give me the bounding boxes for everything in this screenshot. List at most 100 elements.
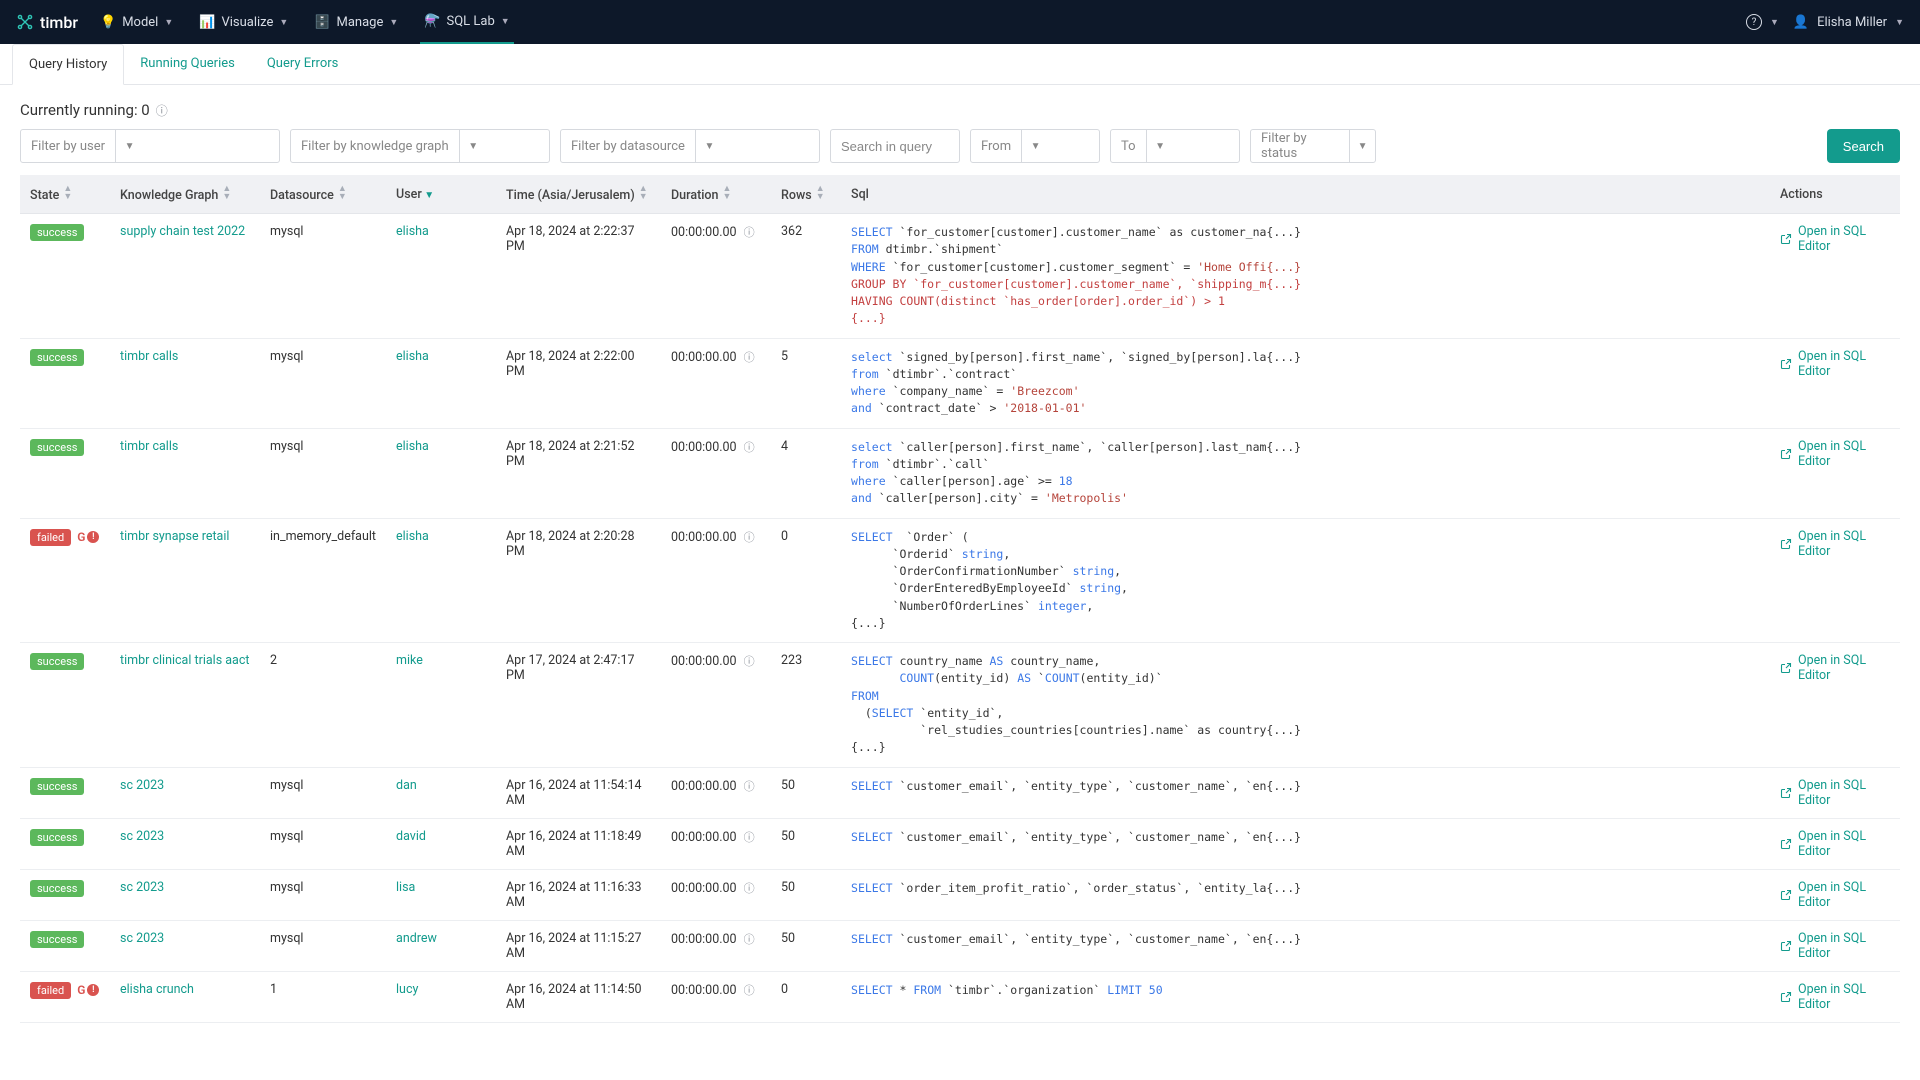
open-in-sql-editor[interactable]: Open in SQL Editor <box>1780 982 1890 1012</box>
info-icon[interactable]: ⓘ <box>744 531 755 544</box>
chevron-down-icon: ▼ <box>1770 17 1779 28</box>
rows-cell: 4 <box>771 428 841 518</box>
nav-visualize[interactable]: 📊 Visualize ▼ <box>195 0 292 44</box>
col-kg[interactable]: Knowledge Graph▲▼ <box>110 175 260 214</box>
open-in-sql-editor[interactable]: Open in SQL Editor <box>1780 829 1890 859</box>
filter-to[interactable]: To▼ <box>1110 129 1240 163</box>
filter-from[interactable]: From▼ <box>970 129 1100 163</box>
open-in-sql-editor[interactable]: Open in SQL Editor <box>1780 529 1890 559</box>
info-icon[interactable]: ⓘ <box>744 831 755 844</box>
error-icon[interactable]: G! <box>77 530 99 544</box>
nav-sql-lab[interactable]: ⚗️ SQL Lab ▼ <box>420 0 513 44</box>
tab-query-history[interactable]: Query History <box>12 44 124 85</box>
col-state[interactable]: State▲▼ <box>20 175 110 214</box>
col-time[interactable]: Time (Asia/Jerusalem)▲▼ <box>496 175 661 214</box>
user-link[interactable]: elisha <box>396 529 429 544</box>
state-badge: failed <box>30 982 71 999</box>
state-badge: success <box>30 931 84 948</box>
filter-knowledge-graph[interactable]: Filter by knowledge graph▼ <box>290 129 550 163</box>
kg-link[interactable]: sc 2023 <box>120 880 164 895</box>
user-link[interactable]: dan <box>396 778 417 793</box>
sort-icon: ▲▼ <box>222 185 231 201</box>
col-dur[interactable]: Duration▲▼ <box>661 175 771 214</box>
running-count: Currently running: 0 ⓘ <box>20 101 1900 119</box>
kg-link[interactable]: sc 2023 <box>120 778 164 793</box>
tab-running-queries[interactable]: Running Queries <box>124 44 251 84</box>
kg-link[interactable]: timbr calls <box>120 349 178 364</box>
time-cell: Apr 16, 2024 at 11:15:27 AM <box>496 920 661 971</box>
rows-cell: 5 <box>771 338 841 428</box>
col-actions: Actions <box>1770 175 1900 214</box>
open-in-sql-editor[interactable]: Open in SQL Editor <box>1780 778 1890 808</box>
duration-cell: 00:00:00.00 ⓘ <box>661 518 771 643</box>
filter-user[interactable]: Filter by user▼ <box>20 129 280 163</box>
info-icon[interactable]: ⓘ <box>744 226 755 239</box>
duration-cell: 00:00:00.00 ⓘ <box>661 214 771 339</box>
user-link[interactable]: andrew <box>396 931 437 946</box>
info-icon[interactable]: ⓘ <box>744 441 755 454</box>
tab-query-errors[interactable]: Query Errors <box>251 44 355 84</box>
info-icon[interactable]: ⓘ <box>744 655 755 668</box>
search-input[interactable] <box>831 139 959 154</box>
info-icon[interactable]: ⓘ <box>744 351 755 364</box>
open-in-sql-editor[interactable]: Open in SQL Editor <box>1780 439 1890 469</box>
nav-model[interactable]: 💡 Model ▼ <box>96 0 177 44</box>
help-menu[interactable]: ? ▼ <box>1746 14 1779 30</box>
user-menu[interactable]: 👤 Elisha Miller ▼ <box>1793 15 1904 30</box>
filter-datasource[interactable]: Filter by datasource▼ <box>560 129 820 163</box>
time-cell: Apr 18, 2024 at 2:20:28 PM <box>496 518 661 643</box>
info-icon[interactable]: ⓘ <box>744 933 755 946</box>
time-cell: Apr 18, 2024 at 2:22:00 PM <box>496 338 661 428</box>
brand-logo-icon <box>16 13 34 31</box>
error-icon[interactable]: G! <box>77 983 99 997</box>
user-link[interactable]: lucy <box>396 982 418 997</box>
sort-icon: ▲▼ <box>63 185 72 201</box>
table-row: successsupply chain test 2022mysqlelisha… <box>20 214 1900 339</box>
col-user[interactable]: User ▼ <box>386 175 496 214</box>
open-in-sql-editor[interactable]: Open in SQL Editor <box>1780 931 1890 961</box>
table-row: failedG!elisha crunch1lucyApr 16, 2024 a… <box>20 971 1900 1022</box>
chevron-down-icon: ▼ <box>115 130 143 162</box>
user-link[interactable]: elisha <box>396 349 429 364</box>
user-link[interactable]: elisha <box>396 439 429 454</box>
open-in-sql-editor[interactable]: Open in SQL Editor <box>1780 349 1890 379</box>
user-link[interactable]: david <box>396 829 426 844</box>
filter-status[interactable]: Filter by status▼ <box>1250 129 1376 163</box>
search-button[interactable]: Search <box>1827 129 1900 163</box>
kg-link[interactable]: elisha crunch <box>120 982 194 997</box>
user-link[interactable]: elisha <box>396 224 429 239</box>
open-in-sql-editor[interactable]: Open in SQL Editor <box>1780 880 1890 910</box>
kg-link[interactable]: supply chain test 2022 <box>120 224 245 239</box>
time-cell: Apr 16, 2024 at 11:54:14 AM <box>496 767 661 818</box>
sort-desc-icon: ▼ <box>422 190 434 201</box>
sql-preview: select `signed_by[person].first_name`, `… <box>851 349 1760 418</box>
nav-manage[interactable]: 🗄️ Manage ▼ <box>310 0 402 44</box>
time-cell: Apr 18, 2024 at 2:22:37 PM <box>496 214 661 339</box>
user-name: Elisha Miller <box>1817 15 1887 30</box>
info-icon[interactable]: ⓘ <box>744 780 755 793</box>
col-ds[interactable]: Datasource▲▼ <box>260 175 386 214</box>
filter-search-query[interactable] <box>830 129 960 163</box>
open-in-sql-editor[interactable]: Open in SQL Editor <box>1780 224 1890 254</box>
kg-link[interactable]: timbr clinical trials aact <box>120 653 249 668</box>
kg-link[interactable]: timbr calls <box>120 439 178 454</box>
brand[interactable]: timbr <box>16 13 78 32</box>
info-icon[interactable]: ⓘ <box>744 984 755 997</box>
kg-link[interactable]: timbr synapse retail <box>120 529 229 544</box>
external-link-icon <box>1780 662 1792 674</box>
sort-icon: ▲▼ <box>816 185 825 201</box>
kg-link[interactable]: sc 2023 <box>120 931 164 946</box>
datasource-cell: mysql <box>260 214 386 339</box>
rows-cell: 223 <box>771 643 841 768</box>
time-cell: Apr 18, 2024 at 2:21:52 PM <box>496 428 661 518</box>
kg-link[interactable]: sc 2023 <box>120 829 164 844</box>
col-rows[interactable]: Rows▲▼ <box>771 175 841 214</box>
duration-cell: 00:00:00.00 ⓘ <box>661 428 771 518</box>
open-in-sql-editor[interactable]: Open in SQL Editor <box>1780 653 1890 683</box>
external-link-icon <box>1780 889 1792 901</box>
sql-preview: SELECT `Order` ( `Orderid` string, `Orde… <box>851 529 1760 633</box>
rows-cell: 362 <box>771 214 841 339</box>
user-link[interactable]: mike <box>396 653 423 668</box>
user-link[interactable]: lisa <box>396 880 415 895</box>
info-icon[interactable]: ⓘ <box>744 882 755 895</box>
